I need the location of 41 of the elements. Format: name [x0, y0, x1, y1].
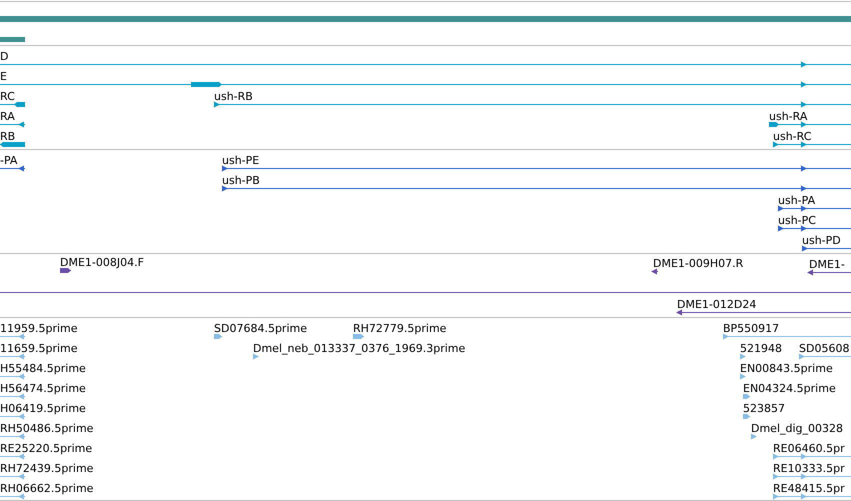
feature-label: Dmel_neb_013337_0376_1969.3prime: [253, 342, 466, 355]
feature-label: 523857: [743, 402, 785, 415]
feature-label: RE25220.5prime: [0, 442, 92, 455]
feature-label: RE48415.5pr: [773, 482, 845, 495]
feature-label: H06419.5prime: [0, 402, 86, 415]
feature-label: ush-RA: [769, 110, 808, 123]
feature-label: RA: [0, 110, 15, 123]
feature-label: EN00843.5prime: [740, 362, 833, 375]
feature-label: ush-RC: [773, 130, 812, 143]
feature-label: ush-RB: [214, 90, 253, 103]
feature-label: SD05608: [799, 342, 850, 355]
feature-label: EN04324.5prime: [743, 382, 836, 395]
feature-label: D: [0, 50, 8, 63]
feature-label: -PA: [0, 154, 18, 167]
feature-label: H56474.5prime: [0, 382, 86, 395]
feature-label: ush-PC: [778, 214, 816, 227]
feature-label: BP550917: [723, 322, 780, 335]
feature-label: RB: [0, 130, 16, 143]
feature-label: Dmel_dig_00328: [751, 422, 844, 435]
feature-label: 11659.5prime: [0, 342, 78, 355]
feature-label: RH06662.5prime: [0, 482, 94, 495]
feature-label: 521948: [740, 342, 782, 355]
feature-label: ush-PA: [778, 194, 816, 207]
feature-label: ush-PB: [222, 174, 260, 187]
coverage-bar: [0, 37, 25, 42]
feature-label: RC: [0, 90, 15, 103]
feature-label: RH72779.5prime: [353, 322, 446, 335]
feature-label: RE10333.5pr: [773, 462, 845, 475]
feature-label: E: [0, 70, 7, 83]
feature-label: H55484.5prime: [0, 362, 86, 375]
feature-label: DME1-008J04.F: [60, 256, 144, 269]
feature-label: RH72439.5prime: [0, 462, 94, 475]
feature-label: DME1-009H07.R: [653, 257, 744, 270]
feature-label: RE06460.5pr: [773, 442, 845, 455]
feature-label: ush-PD: [802, 234, 841, 247]
feature-label: RH50486.5prime: [0, 422, 94, 435]
feature-label: SD07684.5prime: [214, 322, 307, 335]
feature-label: DME1-012D24: [677, 298, 756, 311]
feature-label: DME1-: [809, 258, 845, 271]
feature-label: 11959.5prime: [0, 322, 78, 335]
feature-label: ush-PE: [222, 154, 260, 167]
